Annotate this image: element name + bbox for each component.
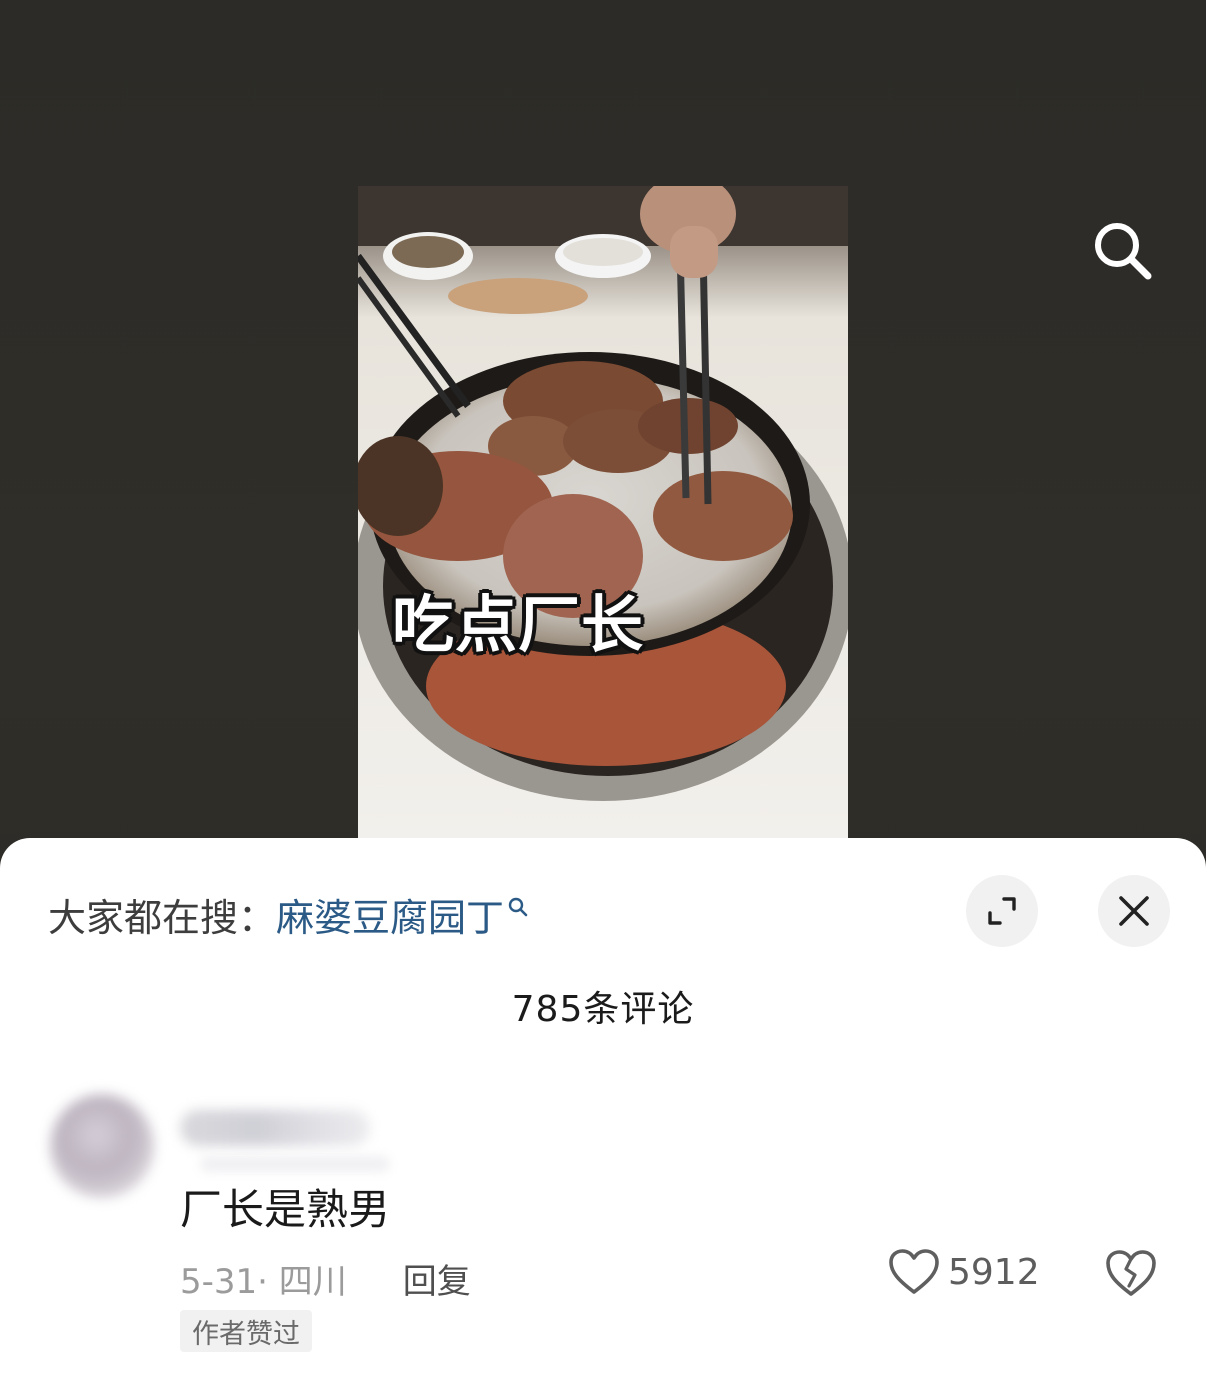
search-small-icon[interactable] [508, 897, 528, 917]
video-caption: 吃点厂长 [392, 588, 645, 661]
username-blurred[interactable] [180, 1110, 370, 1146]
like-button[interactable]: 5912 [888, 1248, 1040, 1296]
comment-meta: 5-31· 四川 回复 [180, 1254, 471, 1303]
username-blurred-shadow [200, 1156, 390, 1172]
trending-prefix: 大家都在搜： [48, 895, 277, 940]
close-button[interactable] [1098, 875, 1170, 947]
trending-search: 大家都在搜： 麻婆豆腐园丁 [48, 886, 528, 942]
video-frame-image [358, 186, 848, 846]
comment-text: 厂长是熟男 [180, 1185, 391, 1234]
comment-date-location: 5-31· 四川 [180, 1262, 347, 1302]
video-player[interactable]: 吃点厂长 [358, 186, 848, 846]
comment-sheet: 大家都在搜： 麻婆豆腐园丁 785条评论 厂长是熟男 5-31· 四川 回复 5… [0, 838, 1206, 1387]
dislike-button[interactable] [1104, 1248, 1158, 1302]
broken-heart-icon [1106, 1250, 1156, 1296]
reply-button[interactable]: 回复 [403, 1254, 471, 1303]
author-liked-badge: 作者赞过 [180, 1310, 312, 1352]
expand-icon [988, 897, 1016, 925]
close-icon [1119, 896, 1149, 926]
comment-count: 785条评论 [511, 989, 695, 1030]
expand-button[interactable] [966, 875, 1038, 947]
like-count: 5912 [948, 1251, 1040, 1293]
heart-icon [889, 1249, 939, 1294]
search-icon [1095, 223, 1152, 280]
trending-query-link[interactable]: 麻婆豆腐园丁 [276, 887, 504, 942]
avatar[interactable] [50, 1094, 154, 1198]
search-button[interactable] [1086, 214, 1158, 286]
